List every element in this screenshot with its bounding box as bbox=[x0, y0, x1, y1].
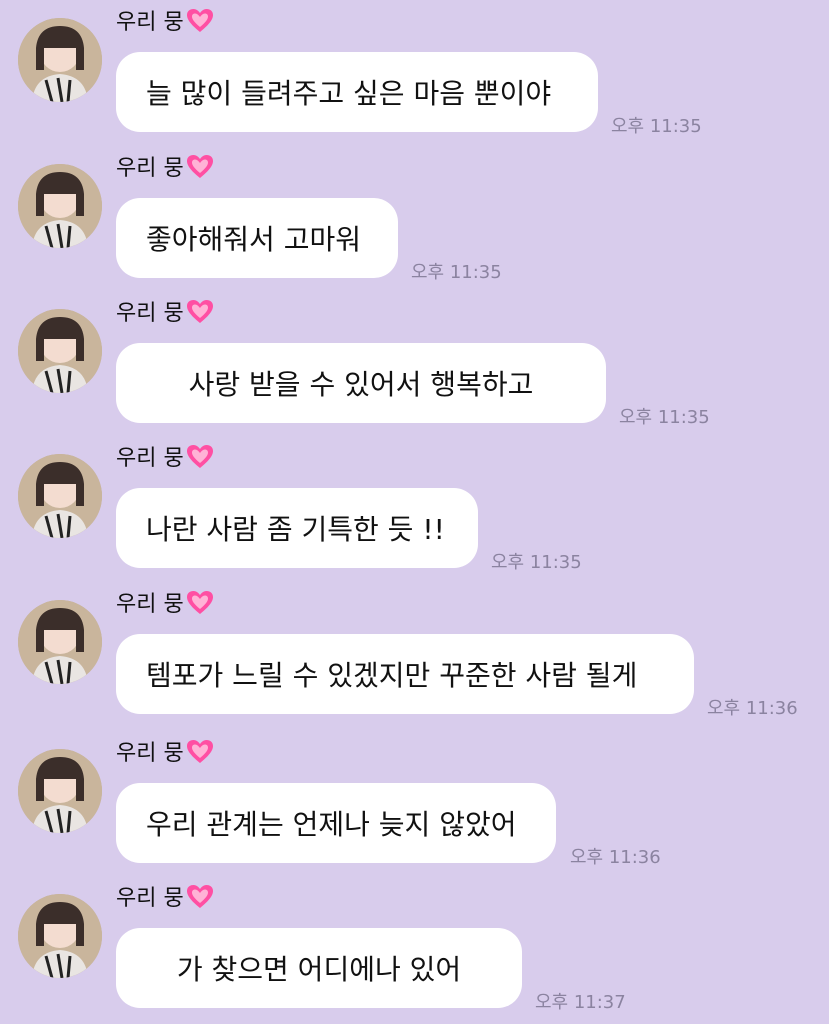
sender-label: 우리 뭉 bbox=[116, 592, 184, 617]
chat-message: 우리 뭉 우리 관계는 언제나 늦지 않았어 오후 11:36 bbox=[0, 731, 829, 877]
message-timestamp: 오후 11:35 bbox=[619, 407, 710, 428]
avatar[interactable] bbox=[18, 749, 102, 833]
message-timestamp: 오후 11:36 bbox=[707, 698, 798, 719]
message-timestamp: 오후 11:35 bbox=[411, 262, 502, 283]
message-bubble[interactable]: 가 찾으면 어디에나 있어 bbox=[116, 928, 522, 1008]
sender-name: 우리 뭉 bbox=[116, 737, 214, 771]
sender-label: 우리 뭉 bbox=[116, 446, 184, 471]
message-bubble[interactable]: 나란 사람 좀 기특한 듯 !! bbox=[116, 488, 478, 568]
message-timestamp: 오후 11:35 bbox=[491, 552, 582, 573]
chat-conversation: 우리 뭉 늘 많이 들려주고 싶은 마음 뿐이야 오후 11:35 우리 뭉 좋… bbox=[0, 0, 829, 1024]
message-text: 가 찾으면 어디에나 있어 bbox=[176, 953, 462, 986]
message-bubble[interactable]: 우리 관계는 언제나 늦지 않았어 bbox=[116, 783, 556, 863]
message-bubble[interactable]: 사랑 받을 수 있어서 행복하고 bbox=[116, 343, 606, 423]
pink-heart-icon bbox=[186, 591, 213, 614]
avatar[interactable] bbox=[18, 18, 102, 102]
avatar[interactable] bbox=[18, 309, 102, 393]
message-timestamp: 오후 11:37 bbox=[535, 992, 626, 1013]
message-timestamp: 오후 11:35 bbox=[611, 116, 702, 137]
pink-heart-icon bbox=[186, 885, 213, 908]
chat-message: 우리 뭉 사랑 받을 수 있어서 행복하고 오후 11:35 bbox=[0, 291, 829, 437]
message-text: 나란 사람 좀 기특한 듯 !! bbox=[146, 513, 445, 546]
message-text: 우리 관계는 언제나 늦지 않았어 bbox=[146, 808, 517, 841]
message-text: 좋아해줘서 고마워 bbox=[146, 223, 361, 256]
message-bubble[interactable]: 좋아해줘서 고마워 bbox=[116, 198, 398, 278]
sender-label: 우리 뭉 bbox=[116, 741, 184, 766]
chat-message: 우리 뭉 나란 사람 좀 기특한 듯 !! 오후 11:35 bbox=[0, 436, 829, 582]
sender-name: 우리 뭉 bbox=[116, 442, 214, 476]
avatar[interactable] bbox=[18, 164, 102, 248]
message-text: 사랑 받을 수 있어서 행복하고 bbox=[188, 368, 534, 401]
sender-name: 우리 뭉 bbox=[116, 588, 214, 622]
sender-label: 우리 뭉 bbox=[116, 301, 184, 326]
message-bubble[interactable]: 늘 많이 들려주고 싶은 마음 뿐이야 bbox=[116, 52, 598, 132]
sender-label: 우리 뭉 bbox=[116, 156, 184, 181]
avatar[interactable] bbox=[18, 600, 102, 684]
pink-heart-icon bbox=[186, 155, 213, 178]
message-timestamp: 오후 11:36 bbox=[570, 847, 661, 868]
message-bubble[interactable]: 템포가 느릴 수 있겠지만 꾸준한 사람 될게 bbox=[116, 634, 694, 714]
pink-heart-icon bbox=[186, 740, 213, 763]
avatar[interactable] bbox=[18, 894, 102, 978]
pink-heart-icon bbox=[186, 445, 213, 468]
sender-label: 우리 뭉 bbox=[116, 886, 184, 911]
chat-message: 우리 뭉 늘 많이 들려주고 싶은 마음 뿐이야 오후 11:35 bbox=[0, 0, 829, 146]
message-text: 늘 많이 들려주고 싶은 마음 뿐이야 bbox=[146, 77, 552, 110]
sender-name: 우리 뭉 bbox=[116, 6, 214, 40]
pink-heart-icon bbox=[186, 9, 213, 32]
sender-label: 우리 뭉 bbox=[116, 10, 184, 35]
pink-heart-icon bbox=[186, 300, 213, 323]
chat-message: 우리 뭉 템포가 느릴 수 있겠지만 꾸준한 사람 될게 오후 11:36 bbox=[0, 582, 829, 728]
chat-message: 우리 뭉 가 찾으면 어디에나 있어 오후 11:37 bbox=[0, 876, 829, 1022]
sender-name: 우리 뭉 bbox=[116, 297, 214, 331]
chat-message: 우리 뭉 좋아해줘서 고마워 오후 11:35 bbox=[0, 146, 829, 292]
avatar[interactable] bbox=[18, 454, 102, 538]
sender-name: 우리 뭉 bbox=[116, 882, 214, 916]
sender-name: 우리 뭉 bbox=[116, 152, 214, 186]
message-text: 템포가 느릴 수 있겠지만 꾸준한 사람 될게 bbox=[146, 659, 638, 692]
